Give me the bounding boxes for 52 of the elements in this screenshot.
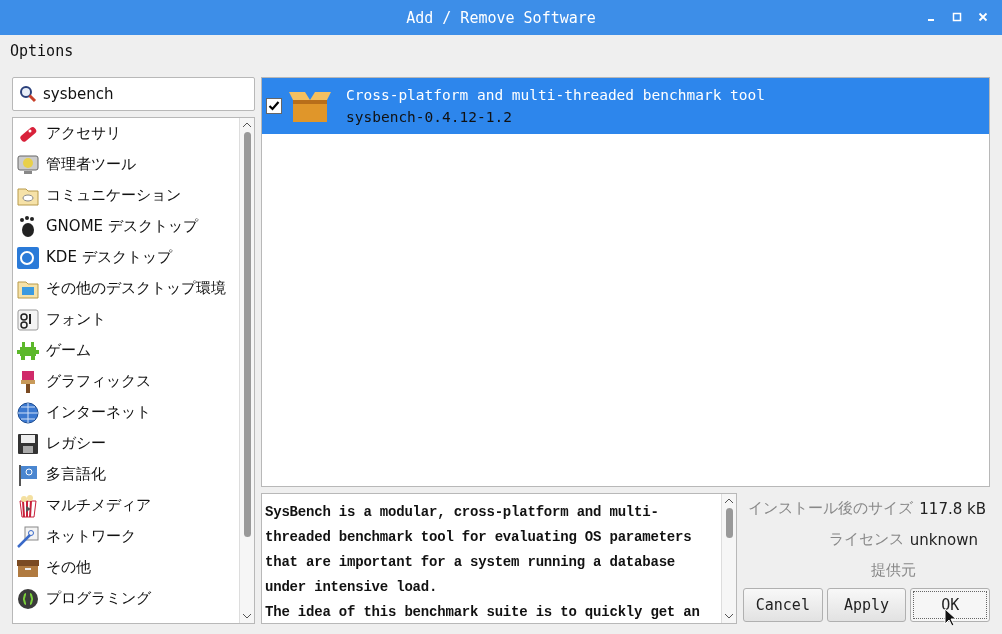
package-summary: Cross-platform and multi-threaded benchmark tool	[346, 87, 766, 103]
detail-label: ライセンス	[828, 530, 904, 549]
scroll-thumb[interactable]	[243, 132, 251, 538]
category-item[interactable]: インターネット	[13, 397, 239, 428]
category-item[interactable]: その他のデスクトップ環境	[13, 273, 239, 304]
category-item[interactable]: ネットワーク	[13, 521, 239, 552]
window-title: Add / Remove Software	[406, 8, 596, 27]
cable-icon	[16, 524, 40, 549]
category-item[interactable]: レガシー	[13, 428, 239, 459]
flag-icon	[16, 462, 40, 487]
scroll-thumb[interactable]	[725, 508, 733, 539]
mouse-cursor-icon	[944, 608, 958, 628]
package-row[interactable]: Cross-platform and multi-threaded benchmark tool sysbench-0.4.12-1.2	[262, 78, 989, 134]
close-icon[interactable]	[978, 12, 988, 22]
category-item[interactable]: 管理者ツール	[13, 149, 239, 180]
menu-item[interactable]: Options	[10, 42, 74, 60]
category-item[interactable]: フォント	[13, 304, 239, 335]
dialog-button[interactable]: OK	[910, 588, 990, 622]
category-item[interactable]: GNOME デスクトップ	[13, 211, 239, 242]
scroll-up-icon[interactable]	[724, 496, 734, 506]
search-icon	[19, 85, 37, 103]
detail-value: unknown	[909, 530, 978, 549]
detail-label: インストール後のサイズ	[748, 499, 914, 518]
category-item[interactable]: 多言語化	[13, 459, 239, 490]
braces-icon	[16, 586, 40, 611]
category-item[interactable]: その他	[13, 552, 239, 583]
description-text: The idea of this benchmark suite is to quickly get an	[265, 603, 701, 622]
category-item[interactable]: KDE デスクトップ	[13, 242, 239, 273]
category-item[interactable]: プログラミング	[13, 583, 239, 614]
monitor-icon	[16, 152, 40, 177]
dialog-button[interactable]: Apply	[826, 588, 907, 622]
category-item[interactable]: グラフィックス	[13, 366, 239, 397]
letters-icon	[16, 307, 40, 332]
scrollbar[interactable]	[721, 494, 736, 623]
scroll-up-icon[interactable]	[242, 120, 252, 130]
checkbox[interactable]	[266, 98, 282, 114]
dialog-button[interactable]: Cancel	[743, 588, 823, 622]
maximize-icon[interactable]	[952, 12, 962, 22]
category-item[interactable]: マルチメディア	[13, 490, 239, 521]
package-name: sysbench-0.4.12-1.2	[346, 109, 513, 125]
detail-value: 117.8 kB	[919, 499, 986, 518]
category-item[interactable]: ゲーム	[13, 335, 239, 366]
detail-label: 提供元	[871, 561, 916, 580]
search-field[interactable]: sysbench	[12, 77, 255, 111]
scroll-down-icon[interactable]	[242, 611, 252, 621]
scroll-down-icon[interactable]	[724, 611, 734, 621]
category-item[interactable]: アクセサリ	[13, 118, 239, 149]
scrollbar[interactable]	[239, 118, 254, 623]
category-item[interactable]: コミュニケーション	[13, 180, 239, 211]
description-text: SysBench is a modular, cross-platform and multi-threaded benchmark tool for evaluating OS parameters that are important for a system running a database under intensive load.	[265, 503, 693, 597]
globe-icon	[16, 400, 40, 425]
popcorn-icon	[16, 493, 40, 518]
